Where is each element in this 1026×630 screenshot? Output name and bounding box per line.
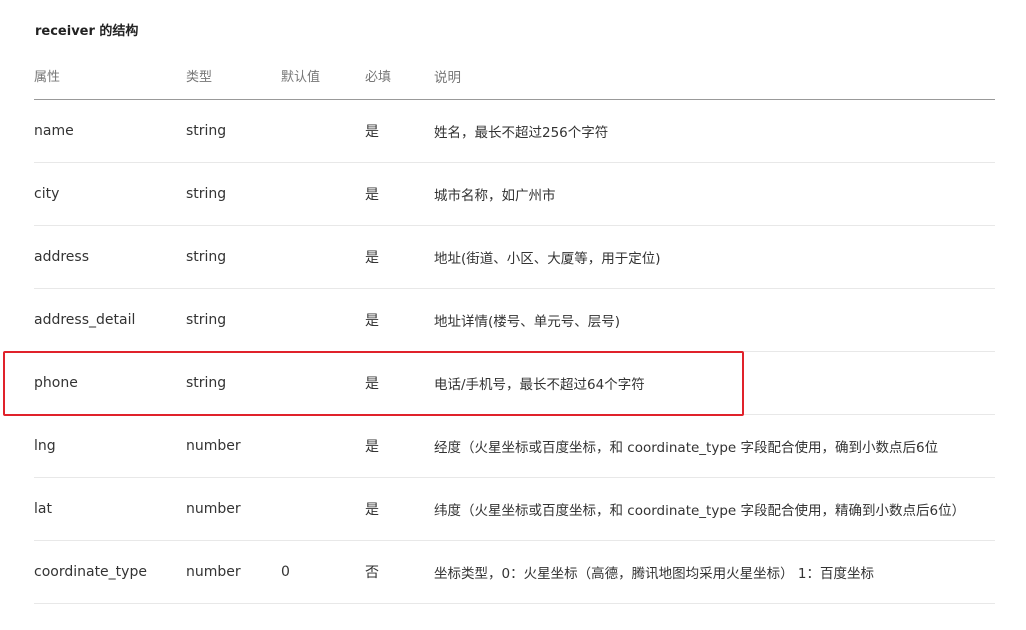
section-title: receiver 的结构 <box>35 24 139 39</box>
cell-required: 是 <box>365 376 379 392</box>
cell-type: string <box>186 249 227 265</box>
cell-attr: address_detail <box>34 312 136 328</box>
receiver-structure-table: 属性 类型 默认值 必填 说明 name string 是 姓名，最长不超过25… <box>34 58 995 604</box>
cell-desc: 地址详情(楼号、单元号、层号) <box>434 314 621 330</box>
table-header-row: 属性 类型 默认值 必填 说明 <box>34 58 995 100</box>
table-row-city: city string 是 城市名称，如广州市 <box>34 163 995 226</box>
cell-attr: name <box>34 123 74 139</box>
table-row-lng: lng number 是 经度（火星坐标或百度坐标，和 coordinate_t… <box>34 415 995 478</box>
header-type: 类型 <box>186 70 213 85</box>
cell-desc: 地址(街道、小区、大厦等，用于定位) <box>434 251 661 267</box>
cell-desc: 城市名称，如广州市 <box>434 188 556 204</box>
cell-desc: 经度（火星坐标或百度坐标，和 coordinate_type 字段配合使用，确到… <box>434 440 939 456</box>
header-desc: 说明 <box>434 70 461 86</box>
table-row-address-detail: address_detail string 是 地址详情(楼号、单元号、层号) <box>34 289 995 352</box>
cell-desc: 纬度（火星坐标或百度坐标，和 coordinate_type 字段配合使用，精确… <box>434 503 966 519</box>
header-attr: 属性 <box>34 70 61 85</box>
cell-required: 是 <box>365 187 379 203</box>
table-row-phone: phone string 是 电话/手机号，最长不超过64个字符 <box>34 352 995 415</box>
header-required: 必填 <box>365 70 392 85</box>
header-default: 默认值 <box>281 70 321 85</box>
table-row-address: address string 是 地址(街道、小区、大厦等，用于定位) <box>34 226 995 289</box>
cell-desc: 电话/手机号，最长不超过64个字符 <box>434 377 645 393</box>
cell-attr: phone <box>34 375 78 391</box>
cell-type: number <box>186 501 241 517</box>
table-row-lat: lat number 是 纬度（火星坐标或百度坐标，和 coordinate_t… <box>34 478 995 541</box>
cell-attr: lng <box>34 438 56 454</box>
page: receiver 的结构 属性 类型 默认值 必填 说明 name string… <box>0 0 1026 630</box>
table-row-name: name string 是 姓名，最长不超过256个字符 <box>34 100 995 163</box>
cell-required: 否 <box>365 565 379 581</box>
cell-required: 是 <box>365 502 379 518</box>
cell-desc: 姓名，最长不超过256个字符 <box>434 125 609 141</box>
cell-type: number <box>186 564 241 580</box>
cell-required: 是 <box>365 313 379 329</box>
cell-type: number <box>186 438 241 454</box>
cell-desc: 坐标类型，0：火星坐标（高德，腾讯地图均采用火星坐标） 1：百度坐标 <box>434 566 874 582</box>
cell-type: string <box>186 312 227 328</box>
cell-attr: coordinate_type <box>34 564 147 580</box>
cell-required: 是 <box>365 124 379 140</box>
cell-attr: city <box>34 186 60 202</box>
cell-attr: lat <box>34 501 52 517</box>
cell-attr: address <box>34 249 90 265</box>
cell-default: 0 <box>281 564 290 580</box>
cell-type: string <box>186 375 227 391</box>
cell-required: 是 <box>365 250 379 266</box>
cell-type: string <box>186 186 227 202</box>
table-row-coordinate-type: coordinate_type number 0 否 坐标类型，0：火星坐标（高… <box>34 541 995 604</box>
cell-required: 是 <box>365 439 379 455</box>
cell-type: string <box>186 123 227 139</box>
